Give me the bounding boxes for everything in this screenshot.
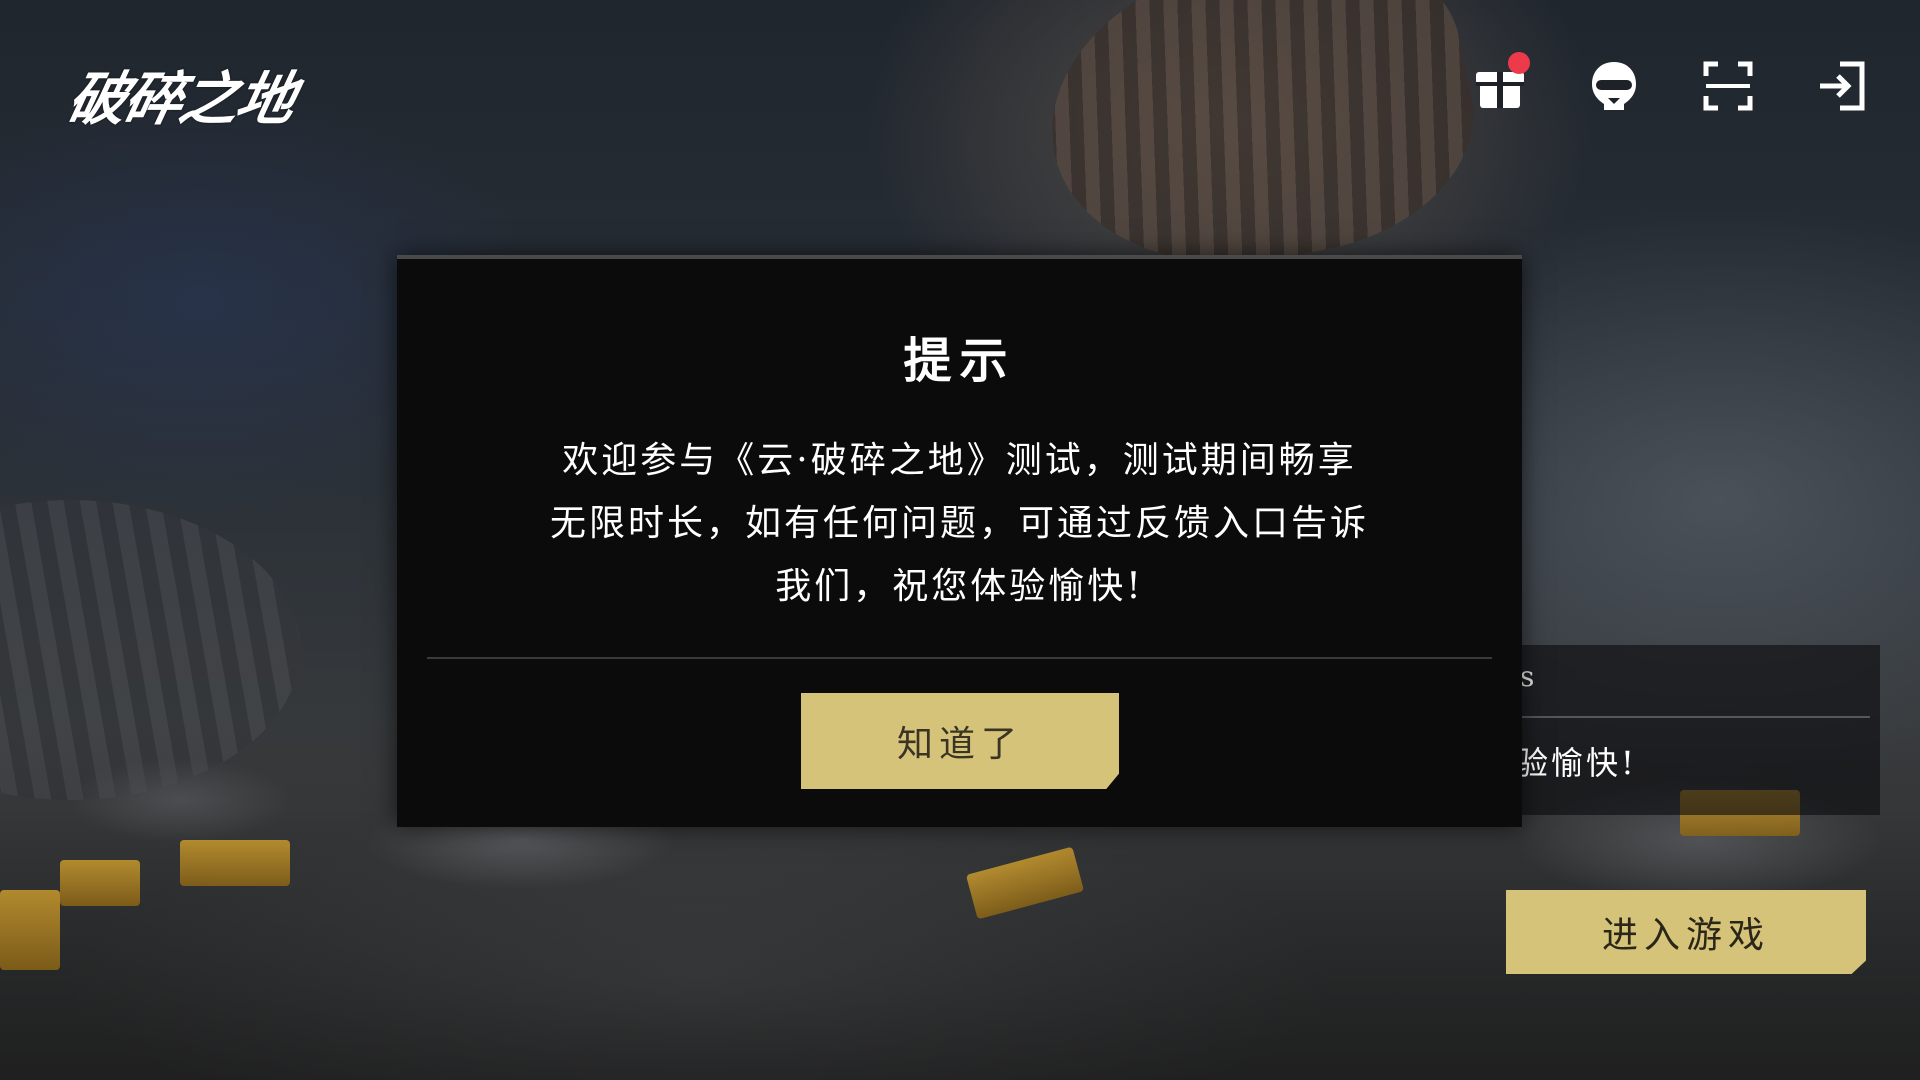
dialog-message: 欢迎参与《云·破碎之地》测试，测试期间畅享 无限时长，如有任何问题，可通过反馈入… [507,429,1412,618]
dialog-title: 提示 [903,333,1016,389]
dialog-message-line: 我们，祝您体验愉快! [775,566,1144,607]
top-toolbar [1472,52,1870,114]
mine-cart [60,860,140,906]
logout-button[interactable] [1814,58,1870,114]
dialog-divider [427,657,1492,659]
customer-service-button[interactable] [1586,58,1642,114]
announcement-panel-divider [1480,716,1870,718]
mine-cart [0,890,60,970]
mine-cart [180,840,290,886]
enter-game-button[interactable]: 进入游戏 [1506,890,1866,974]
fullscreen-button[interactable] [1700,58,1756,114]
announcement-panel [1480,645,1880,815]
game-logo: 破碎之地 [61,65,301,133]
confirm-button[interactable]: 知道了 [801,693,1119,789]
game-launcher-screen: 破碎之地 s 验愉快! 进入游戏 提示 欢迎参与《云·破碎之地》测试，测试期间畅… [0,0,1920,1080]
announcement-panel-text: s [1520,660,1535,693]
announcement-panel-text: 验愉快! [1516,744,1637,782]
dialog-message-line: 欢迎参与《云·破碎之地》测试，测试期间畅享 [562,440,1357,481]
notice-dialog: 提示 欢迎参与《云·破碎之地》测试，测试期间畅享 无限时长，如有任何问题，可通过… [397,255,1522,827]
logout-icon [1820,61,1865,111]
dialog-message-line: 无限时长，如有任何问题，可通过反馈入口告诉 [549,503,1369,544]
notification-dot [1508,52,1530,74]
helmet-icon [1592,62,1636,110]
gift-button[interactable] [1472,52,1530,114]
fullscreen-icon [1703,61,1753,111]
